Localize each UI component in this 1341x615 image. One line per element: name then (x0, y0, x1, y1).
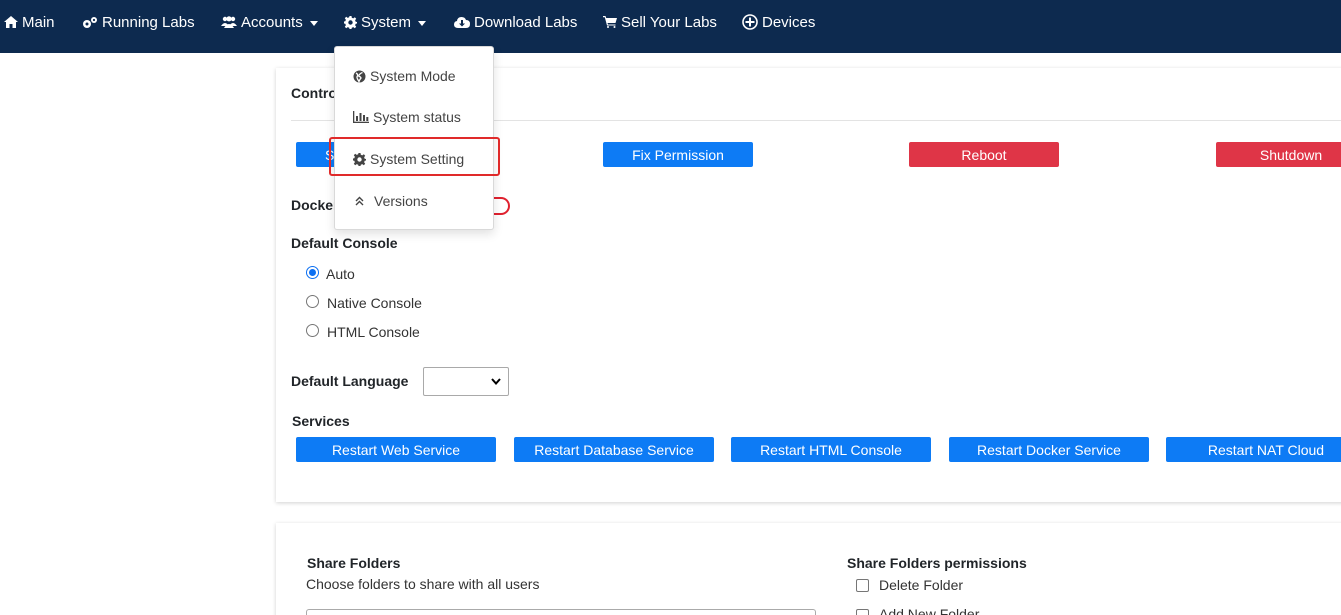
nav-sell-your-labs-label: Sell Your Labs (621, 13, 717, 31)
menu-item-versions[interactable]: Versions (353, 190, 428, 212)
delete-folder-label: Delete Folder (879, 577, 964, 593)
restart-docker-service-button[interactable]: Restart Docker Service (949, 437, 1149, 462)
chevron-down-icon (491, 378, 501, 385)
nav-devices-label: Devices (762, 13, 816, 31)
console-radio-native[interactable] (306, 295, 319, 308)
bar-chart-icon (353, 111, 369, 123)
share-folders-card (276, 523, 1341, 615)
fix-permission-label: Fix Permission (632, 146, 724, 163)
share-folders-permissions-title: Share Folders permissions (847, 555, 1027, 571)
share-folders-input[interactable] (306, 609, 816, 615)
services-title: Services (292, 413, 350, 429)
restart-html-console-button[interactable]: Restart HTML Console (731, 437, 931, 462)
nav-main-label: Main (22, 13, 55, 31)
shopping-cart-icon (603, 16, 617, 28)
cogs-icon (83, 16, 97, 28)
menu-item-versions-label: Versions (374, 193, 428, 209)
add-new-folder-checkbox[interactable] (856, 609, 869, 615)
restart-html-console-label: Restart HTML Console (760, 441, 902, 458)
nav-system-label: System (361, 13, 412, 31)
fix-permission-button[interactable]: Fix Permission (603, 142, 753, 167)
nav-accounts[interactable]: Accounts (221, 0, 318, 44)
restart-database-service-button[interactable]: Restart Database Service (514, 437, 714, 462)
globe-icon (353, 70, 366, 83)
console-option-native-label: Native Console (327, 295, 422, 311)
restart-nat-cloud-button[interactable]: Restart NAT Cloud (1166, 437, 1341, 462)
console-option-auto-label: Auto (326, 266, 355, 282)
share-folders-description: Choose folders to share with all users (306, 576, 540, 592)
double-chevron-up-icon (355, 196, 364, 206)
nav-main[interactable]: Main (4, 0, 55, 44)
nav-running-labs[interactable]: Running Labs (82, 0, 195, 44)
cloud-download-icon (454, 17, 470, 28)
gear-icon (344, 15, 357, 29)
nav-accounts-label: Accounts (241, 13, 303, 31)
nav-system[interactable]: System (344, 0, 427, 44)
chevron-down-icon (309, 20, 318, 26)
console-option-html-label: HTML Console (327, 324, 420, 340)
restart-database-service-label: Restart Database Service (534, 441, 694, 458)
nav-running-labs-label: Running Labs (102, 13, 195, 31)
menu-item-system-mode-label: System Mode (370, 68, 456, 84)
chevron-down-icon (418, 20, 427, 26)
add-new-folder-label: Add New Folder (879, 606, 980, 615)
top-navbar: Main Running Labs Accounts System Downlo… (0, 0, 1341, 53)
reboot-label: Reboot (961, 146, 1007, 163)
reboot-button[interactable]: Reboot (909, 142, 1059, 167)
default-language-select[interactable] (423, 367, 509, 396)
menu-item-system-status[interactable]: System status (353, 106, 461, 128)
default-console-title: Default Console (291, 235, 398, 251)
docker-label: Docker (291, 197, 339, 213)
control-section-title: Contro (291, 85, 337, 101)
menu-item-system-status-label: System status (373, 109, 461, 125)
restart-web-service-button[interactable]: Restart Web Service (296, 437, 496, 462)
restart-docker-service-label: Restart Docker Service (977, 441, 1121, 458)
nav-sell-your-labs[interactable]: Sell Your Labs (603, 0, 717, 44)
delete-folder-checkbox[interactable] (856, 579, 869, 592)
home-icon (4, 16, 18, 28)
system-setting-highlight-box (329, 137, 500, 176)
console-radio-auto[interactable] (306, 266, 319, 279)
nav-download-labs-label: Download Labs (474, 13, 578, 31)
shutdown-button[interactable]: Shutdown (1216, 142, 1341, 167)
menu-item-system-mode[interactable]: System Mode (353, 65, 456, 87)
nav-download-labs[interactable]: Download Labs (454, 0, 577, 44)
share-folders-title: Share Folders (307, 555, 401, 571)
nav-devices[interactable]: Devices (742, 0, 815, 44)
default-language-label: Default Language (291, 373, 409, 389)
restart-web-service-label: Restart Web Service (331, 441, 461, 458)
plus-circle-icon (742, 14, 758, 30)
console-radio-html[interactable] (306, 324, 319, 337)
restart-nat-cloud-label: Restart NAT Cloud (1207, 441, 1325, 458)
users-icon (221, 16, 237, 28)
shutdown-label: Shutdown (1259, 146, 1323, 163)
